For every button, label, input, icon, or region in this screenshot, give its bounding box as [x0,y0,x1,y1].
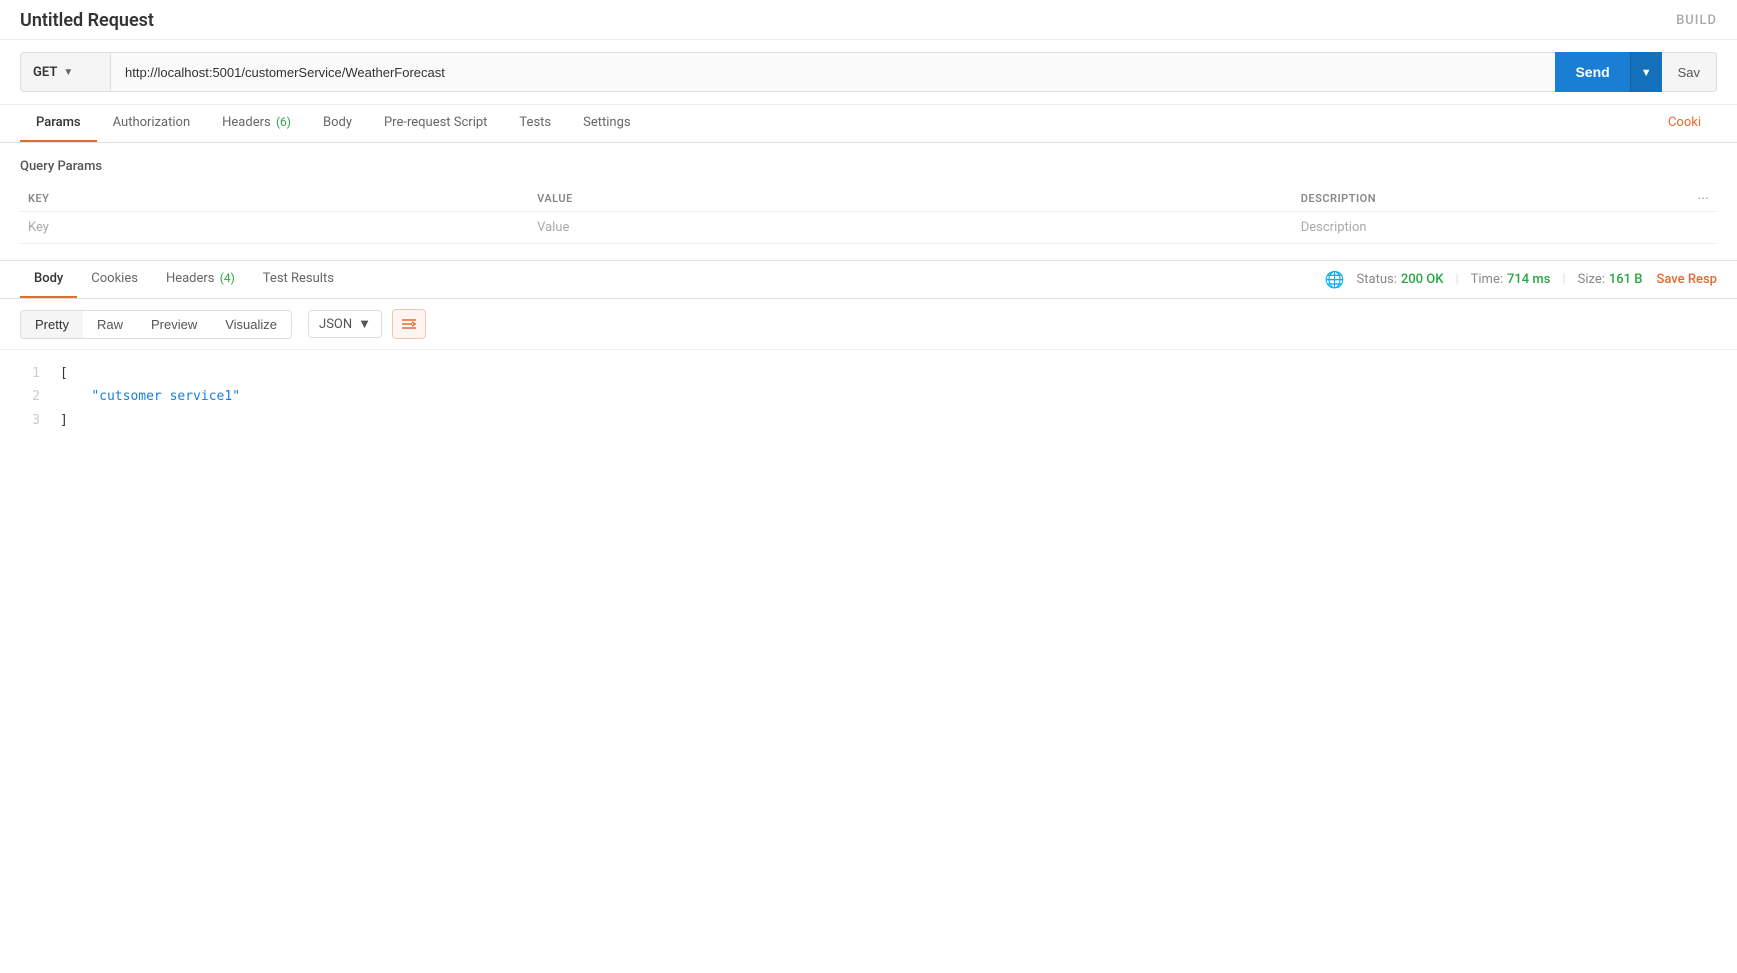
json-chevron-icon: ▼ [358,316,371,332]
col-header-key: KEY [20,186,529,212]
tab-tests[interactable]: Tests [503,105,567,142]
format-tabs: Pretty Raw Preview Visualize [20,310,292,339]
code-bracket-open: [ [60,362,68,385]
build-label: BUILD [1676,13,1717,28]
query-params-section: Query Params KEY VALUE DESCRIPTION ··· K… [0,143,1737,260]
tab-body[interactable]: Body [307,105,368,142]
time-value: 714 ms [1507,272,1550,287]
time-label: Time: [1471,272,1503,287]
status-label: Status: [1357,272,1397,287]
url-bar: GET ▼ Send ▼ Sav [0,40,1737,105]
col-header-description: DESCRIPTION [1293,186,1632,212]
headers-badge: (6) [276,115,291,129]
url-input[interactable] [110,52,1555,92]
request-title-bar: Untitled Request BUILD [0,0,1737,40]
save-button[interactable]: Sav [1662,52,1717,92]
method-select[interactable]: GET ▼ [20,52,110,92]
format-tab-visualize[interactable]: Visualize [211,311,291,338]
request-title: Untitled Request [20,10,154,31]
code-line-1: 1 [ [20,362,1717,385]
tab-cookies[interactable]: Cooki [1652,105,1717,142]
code-area: 1 [ 2 "cutsomer service1" 3 ] [0,350,1737,444]
wrap-button[interactable] [392,309,426,339]
params-table: KEY VALUE DESCRIPTION ··· Key Value Desc… [20,186,1717,244]
tab-prerequest[interactable]: Pre-request Script [368,105,503,142]
tab-params[interactable]: Params [20,105,97,142]
more-cell [1632,212,1717,244]
code-bracket-close: ] [60,409,68,432]
chevron-down-icon: ▼ [63,67,73,78]
tab-authorization[interactable]: Authorization [97,105,207,142]
tab-settings[interactable]: Settings [567,105,646,142]
line-number: 3 [20,409,40,432]
method-text: GET [33,65,57,80]
send-dropdown-arrow[interactable]: ▼ [1630,52,1662,92]
send-label: Send [1575,64,1609,80]
table-row: Key Value Description [20,212,1717,244]
status-value: 200 OK [1401,272,1444,287]
send-button[interactable]: Send [1555,52,1629,92]
format-tab-preview[interactable]: Preview [137,311,211,338]
json-type-label: JSON [319,317,352,332]
request-tabs: Params Authorization Headers (6) Body Pr… [0,105,1737,143]
code-string-value: "cutsomer service1" [60,385,240,408]
tab-headers[interactable]: Headers (6) [206,105,307,142]
response-tabs-bar: Body Cookies Headers (4) Test Results 🌐 … [0,261,1737,299]
json-type-select[interactable]: JSON ▼ [308,310,382,338]
size-label: Size: [1578,272,1605,287]
format-tab-pretty[interactable]: Pretty [21,311,83,338]
resp-headers-badge: (4) [220,271,235,285]
resp-tab-test-results[interactable]: Test Results [249,261,348,298]
query-params-label: Query Params [20,159,1717,174]
col-header-more[interactable]: ··· [1632,186,1717,212]
globe-icon: 🌐 [1325,270,1345,289]
size-value: 161 B [1609,272,1643,287]
resp-tab-cookies[interactable]: Cookies [77,261,152,298]
code-line-3: 3 ] [20,409,1717,432]
response-section: Body Cookies Headers (4) Test Results 🌐 … [0,261,1737,444]
line-number: 1 [20,362,40,385]
value-cell[interactable]: Value [529,212,1293,244]
resp-body-toolbar: Pretty Raw Preview Visualize JSON ▼ [0,299,1737,350]
col-header-value: VALUE [529,186,1293,212]
key-cell[interactable]: Key [20,212,529,244]
resp-tab-headers[interactable]: Headers (4) [152,261,249,298]
save-response-button[interactable]: Save Resp [1657,272,1718,287]
description-cell[interactable]: Description [1293,212,1632,244]
wrap-icon [401,317,417,331]
resp-tab-body[interactable]: Body [20,261,77,298]
line-number: 2 [20,385,40,408]
format-tab-raw[interactable]: Raw [83,311,137,338]
response-meta: 🌐 Status: 200 OK | Time: 714 ms | Size: … [1325,270,1717,289]
code-line-2: 2 "cutsomer service1" [20,385,1717,408]
